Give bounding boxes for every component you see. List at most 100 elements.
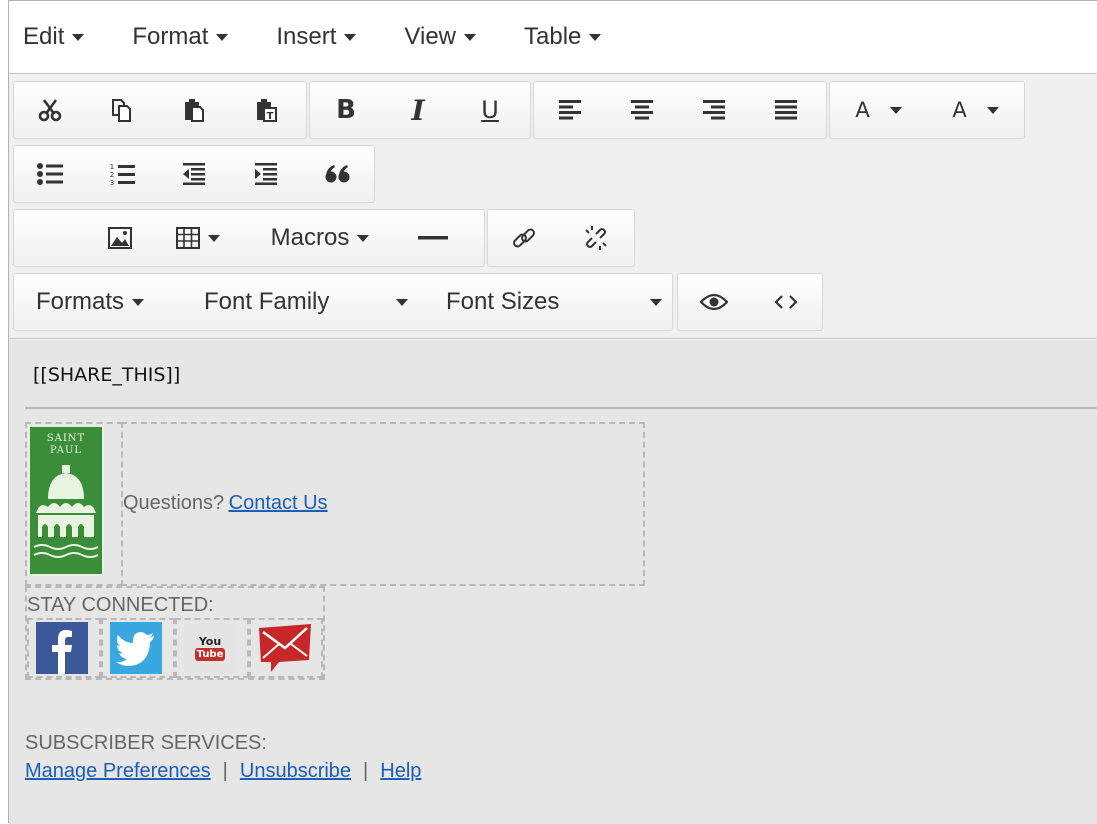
insert-image-button[interactable] <box>84 210 156 266</box>
align-justify-button[interactable] <box>750 82 822 138</box>
image-icon <box>108 227 132 249</box>
italic-button[interactable]: I <box>382 82 454 138</box>
bullet-list-button[interactable] <box>14 146 86 202</box>
svg-text:2: 2 <box>110 171 114 179</box>
list-group: 1 2 3 <box>13 145 375 203</box>
caret-down-icon <box>357 234 370 242</box>
source-code-button[interactable] <box>750 274 822 330</box>
rich-text-editor: Edit Format Insert View Table T B I U A … <box>8 0 1097 824</box>
text-style-group: B I U <box>309 81 531 139</box>
unsubscribe-link[interactable]: Unsubscribe <box>240 760 351 782</box>
menu-insert[interactable]: Insert <box>276 23 357 51</box>
contact-us-link[interactable]: Contact Us <box>229 492 328 514</box>
menubar: Edit Format Insert View Table <box>9 1 1097 74</box>
align-center-button[interactable] <box>606 82 678 138</box>
facebook-f-glyph <box>52 630 72 674</box>
link-group <box>487 209 635 267</box>
font-family-label: Font Family <box>204 288 330 315</box>
view-group <box>677 273 823 331</box>
background-color-button[interactable]: A <box>927 82 1024 138</box>
menu-view-label: View <box>404 23 456 50</box>
formats-dropdown[interactable]: Formats <box>14 274 184 330</box>
align-right-button[interactable] <box>678 82 750 138</box>
blockquote-button[interactable] <box>302 146 374 202</box>
bold-button[interactable]: B <box>310 82 382 138</box>
caret-down-icon <box>132 298 145 306</box>
alignment-group <box>533 81 827 139</box>
twitter-bird-glyph <box>116 632 154 666</box>
link-separator: | <box>222 760 228 782</box>
align-left-button[interactable] <box>534 82 606 138</box>
insert-link-button[interactable] <box>488 210 560 266</box>
youtube-icon[interactable]: You Tube <box>184 622 236 674</box>
table-icon <box>176 227 200 249</box>
preview-button[interactable] <box>678 274 750 330</box>
editor-content-area[interactable]: [[SHARE_THIS]] SAINT PAUL Questions? Con… <box>9 340 1097 824</box>
quote-icon <box>325 165 350 183</box>
cut-button[interactable] <box>14 82 86 138</box>
share-this-placeholder: [[SHARE_THIS]] <box>33 364 181 386</box>
align-justify-icon <box>775 100 797 120</box>
paste-button[interactable] <box>158 82 230 138</box>
clipboard-group: T <box>13 81 307 139</box>
copy-button[interactable] <box>86 82 158 138</box>
menu-format-label: Format <box>132 23 209 50</box>
insert-table-button[interactable] <box>156 210 240 266</box>
youtube-tube-text: Tube <box>194 647 226 661</box>
copy-icon <box>112 99 131 122</box>
questions-line: Questions? Contact Us <box>123 492 328 515</box>
email-icon[interactable] <box>257 622 313 674</box>
bullet-list-icon <box>37 163 63 185</box>
twitter-icon[interactable] <box>110 622 162 674</box>
caret-down-icon <box>986 106 999 114</box>
unlink-icon <box>585 226 607 250</box>
indent-button[interactable] <box>230 146 302 202</box>
insert-group: Macros <box>13 209 485 267</box>
caret-down-icon <box>72 33 85 41</box>
outdent-button[interactable] <box>158 146 230 202</box>
font-family-dropdown[interactable]: Font Family <box>184 274 422 330</box>
logo-text: SAINT PAUL <box>30 433 102 457</box>
svg-text:T: T <box>267 111 274 122</box>
menu-format[interactable]: Format <box>132 23 229 51</box>
underline-button[interactable]: U <box>454 82 526 138</box>
subscriber-links: Manage Preferences | Unsubscribe | Help <box>25 760 421 783</box>
font-sizes-dropdown[interactable]: Font Sizes <box>422 274 672 330</box>
macros-button[interactable]: Macros <box>240 210 400 266</box>
caret-down-icon <box>650 299 662 306</box>
questions-text: Questions? <box>123 492 225 514</box>
caret-down-icon <box>889 106 902 114</box>
horizontal-line-icon <box>418 236 448 240</box>
menu-table[interactable]: Table <box>524 23 602 51</box>
svg-text:1: 1 <box>110 163 114 171</box>
unlink-button[interactable] <box>560 210 632 266</box>
numbered-list-button[interactable]: 1 2 3 <box>86 146 158 202</box>
toolbar: T B I U A A 1 2 3 Macros Formats Font Fa… <box>9 75 1097 339</box>
link-icon <box>513 228 535 248</box>
logo-text-line1: SAINT <box>46 433 86 444</box>
help-link[interactable]: Help <box>380 760 421 782</box>
caret-down-icon <box>216 33 229 41</box>
capitol-dome-icon <box>33 465 99 558</box>
menu-edit[interactable]: Edit <box>23 23 85 51</box>
code-icon <box>775 295 797 309</box>
subscriber-services-label: SUBSCRIBER SERVICES: <box>25 732 267 754</box>
color-group: A A <box>829 81 1025 139</box>
horizontal-rule-button[interactable] <box>400 210 466 266</box>
paste-as-text-button[interactable]: T <box>230 82 302 138</box>
menu-table-label: Table <box>524 23 582 50</box>
outdent-icon <box>183 163 205 185</box>
caret-down-icon <box>464 33 476 41</box>
menu-view[interactable]: View <box>404 23 476 51</box>
menu-edit-label: Edit <box>23 23 65 50</box>
manage-preferences-link[interactable]: Manage Preferences <box>25 760 211 782</box>
text-color-button[interactable]: A <box>830 82 927 138</box>
horizontal-rule <box>25 407 1097 409</box>
formats-label: Formats <box>36 288 125 315</box>
facebook-icon[interactable] <box>36 622 88 674</box>
menu-insert-label: Insert <box>276 23 337 50</box>
numbered-list-icon: 1 2 3 <box>110 163 135 186</box>
youtube-you-text: You <box>198 634 222 648</box>
paste-icon <box>185 99 204 122</box>
caret-down-icon <box>208 234 220 242</box>
